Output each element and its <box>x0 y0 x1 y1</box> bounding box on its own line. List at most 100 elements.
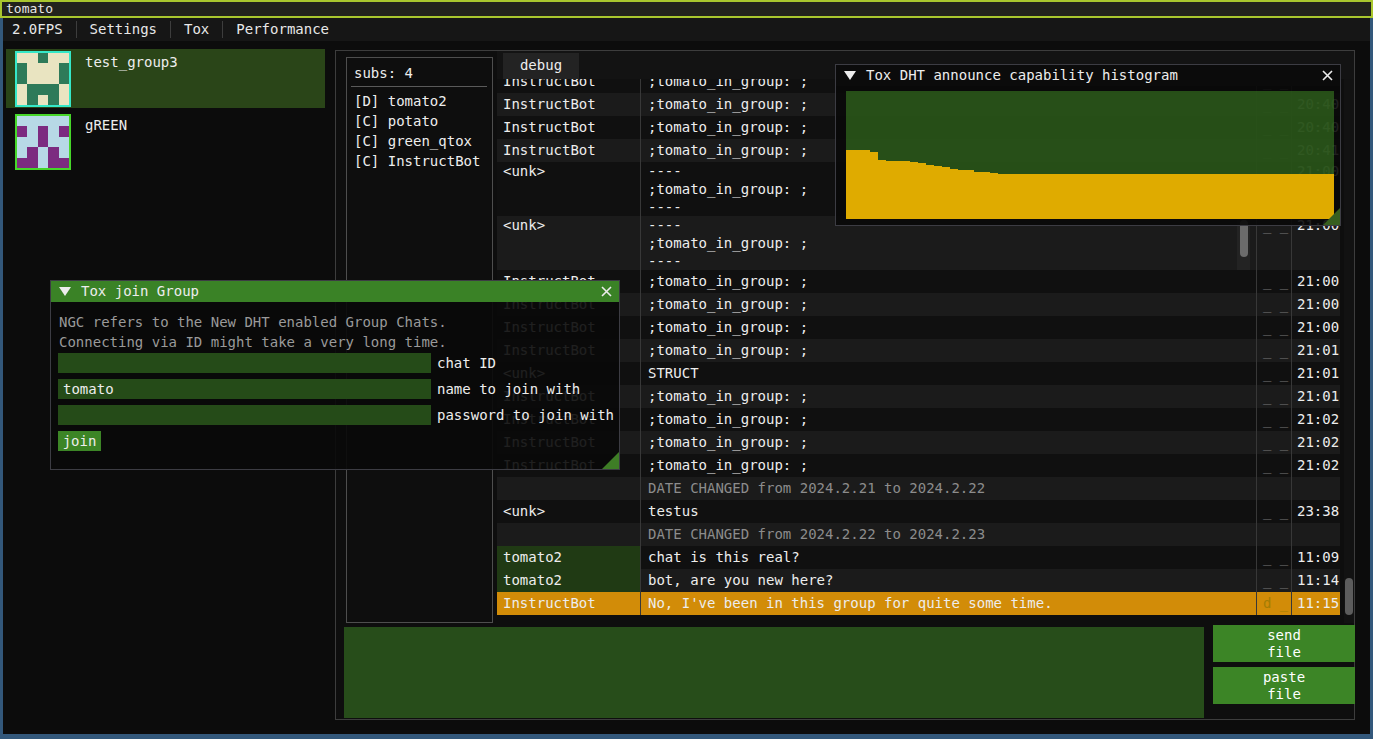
chat-message-row[interactable]: tomato2chat is this real?_ _11:09 <box>497 546 1340 569</box>
tab-debug[interactable]: debug <box>503 53 579 79</box>
contact-row-test_group3[interactable]: test_group3 <box>6 49 325 108</box>
message-time: 21:01 <box>1292 385 1340 408</box>
chat-message-row[interactable]: InstructBot;tomato_in_group: ;_ _21:02 <box>497 454 1340 477</box>
subs-count: subs: 4 <box>354 65 413 81</box>
chat-message-row[interactable]: InstructBot;tomato_in_group: ;_ _21:00 <box>497 316 1340 339</box>
message-flags: _ _ <box>1257 293 1292 316</box>
message-text: ;tomato_in_group: ; <box>641 408 1257 431</box>
join-group-body: NGC refers to the New DHT enabled Group … <box>51 302 619 469</box>
message-flags: _ _ <box>1257 569 1292 592</box>
join-window-resize-grip[interactable] <box>602 452 619 469</box>
sender-name: InstructBot <box>497 93 641 116</box>
collapse-arrow-icon[interactable] <box>844 71 856 80</box>
message-flags: _ _ <box>1257 546 1292 569</box>
join-group-titlebar[interactable]: Tox join Group <box>51 281 619 302</box>
message-text: chat is this real? <box>641 546 1257 569</box>
message-text: STRUCT <box>641 362 1257 385</box>
message-text: ;tomato_in_group: ; <box>641 385 1257 408</box>
avatar <box>15 114 71 170</box>
join-password-input[interactable] <box>58 405 431 425</box>
menu-bar: 2.0FPSSettingsToxPerformance <box>3 18 1370 41</box>
contact-row-gREEN[interactable]: gREEN <box>6 112 325 171</box>
menu-item-tox[interactable]: Tox <box>171 18 222 41</box>
paste-file-button[interactable]: paste file <box>1213 667 1355 704</box>
message-text: testus <box>641 500 1257 523</box>
message-text: ;tomato_in_group: ; <box>641 293 1257 316</box>
menu-item-2-0fps[interactable]: 2.0FPS <box>3 18 76 41</box>
message-time: 21:00 <box>1292 293 1340 316</box>
histogram-window-resize-grip[interactable] <box>1323 208 1340 225</box>
chat-message-row[interactable]: InstructBot;tomato_in_group: ;_ _21:00 <box>497 293 1340 316</box>
sender-name: tomato2 <box>497 569 641 592</box>
avatar <box>15 51 71 107</box>
message-flags: _ _ <box>1257 454 1292 477</box>
close-icon[interactable] <box>1321 69 1334 82</box>
message-text: ;tomato_in_group: ; <box>641 454 1257 477</box>
join-help-line2: Connecting via ID might take a very long… <box>59 332 447 352</box>
menu-item-settings[interactable]: Settings <box>77 18 170 41</box>
chat-message-row[interactable]: InstructBot;tomato_in_group: ;_ _21:02 <box>497 431 1340 454</box>
dht-histogram-window: Tox DHT announce capability histogram <box>835 64 1341 226</box>
sender-name: <unk> <box>497 162 641 216</box>
join-name-input[interactable]: tomato <box>58 379 431 399</box>
chat-message-row[interactable]: InstructBot;tomato_in_group: ;_ _21:01 <box>497 339 1340 362</box>
chat-message-row[interactable]: InstructBotNo, I've been in this group f… <box>497 592 1340 615</box>
message-time: 21:00 <box>1292 270 1340 293</box>
join-help-line1: NGC refers to the New DHT enabled Group … <box>59 312 447 332</box>
message-time: 21:02 <box>1292 431 1340 454</box>
sender-name <box>497 523 641 546</box>
close-icon[interactable] <box>600 285 613 298</box>
message-time: 21:02 <box>1292 454 1340 477</box>
menu-item-performance[interactable]: Performance <box>223 18 342 41</box>
message-time: 11:14 <box>1292 569 1340 592</box>
dht-histogram-titlebar[interactable]: Tox DHT announce capability histogram <box>836 65 1340 86</box>
sender-name: InstructBot <box>497 79 641 93</box>
chat-message-row[interactable]: tomato2bot, are you new here?_ _11:14 <box>497 569 1340 592</box>
dht-histogram-title: Tox DHT announce capability histogram <box>866 65 1178 86</box>
message-text: ;tomato_in_group: ; <box>641 270 1257 293</box>
message-input[interactable] <box>344 627 1204 718</box>
message-text: bot, are you new here? <box>641 569 1257 592</box>
sender-name: <unk> <box>497 500 641 523</box>
chat-message-row[interactable]: InstructBot;tomato_in_group: ;_ _21:02 <box>497 408 1340 431</box>
message-flags: _ _ <box>1257 500 1292 523</box>
message-flags: _ _ <box>1257 431 1292 454</box>
window-title: tomato <box>6 1 53 16</box>
sender-name: InstructBot <box>497 116 641 139</box>
message-flags: _ _ <box>1257 316 1292 339</box>
dht-capability-histogram-plot <box>846 91 1334 219</box>
chat-message-row[interactable]: InstructBot;tomato_in_group: ;_ _21:00 <box>497 270 1340 293</box>
window-titlebar[interactable]: tomato <box>0 0 1373 18</box>
sender-name: tomato2 <box>497 546 641 569</box>
message-time: 21:01 <box>1292 339 1340 362</box>
message-text: ;tomato_in_group: ; <box>641 316 1257 339</box>
chat-message-row[interactable]: InstructBot;tomato_in_group: ;_ _21:01 <box>497 385 1340 408</box>
chat-message-row[interactable]: <unk>testus_ _23:38 <box>497 500 1340 523</box>
message-time: 21:02 <box>1292 408 1340 431</box>
message-flags: _ _ <box>1257 339 1292 362</box>
collapse-arrow-icon[interactable] <box>59 287 71 296</box>
message-time <box>1292 477 1340 500</box>
chat-id-input[interactable] <box>58 353 431 373</box>
sender-name: InstructBot <box>497 592 641 615</box>
message-flags: _ _ <box>1257 385 1292 408</box>
message-text: DATE CHANGED from 2024.2.22 to 2024.2.23 <box>641 523 1257 546</box>
message-time <box>1292 523 1340 546</box>
join-password-label: password to join with <box>437 405 614 425</box>
dht-histogram-body <box>836 86 1340 225</box>
message-flags: _ _ <box>1257 270 1292 293</box>
chat-scrollbar[interactable] <box>1344 79 1354 623</box>
subs-separator <box>351 86 487 87</box>
message-text: ;tomato_in_group: ; <box>641 431 1257 454</box>
chat-scrollbar-thumb[interactable] <box>1345 578 1353 615</box>
message-time: 23:38 <box>1292 500 1340 523</box>
chat-date-row[interactable]: DATE CHANGED from 2024.2.22 to 2024.2.23 <box>497 523 1340 546</box>
message-text: No, I've been in this group for quite so… <box>641 592 1257 615</box>
send-file-button[interactable]: send file <box>1213 625 1355 662</box>
message-time: 21:01 <box>1292 362 1340 385</box>
message-text: DATE CHANGED from 2024.2.21 to 2024.2.22 <box>641 477 1257 500</box>
chat-message-row[interactable]: <unk>STRUCT_ _21:01 <box>497 362 1340 385</box>
join-button[interactable]: join <box>58 431 101 451</box>
message-flags: _ _ <box>1257 408 1292 431</box>
chat-date-row[interactable]: DATE CHANGED from 2024.2.21 to 2024.2.22 <box>497 477 1340 500</box>
